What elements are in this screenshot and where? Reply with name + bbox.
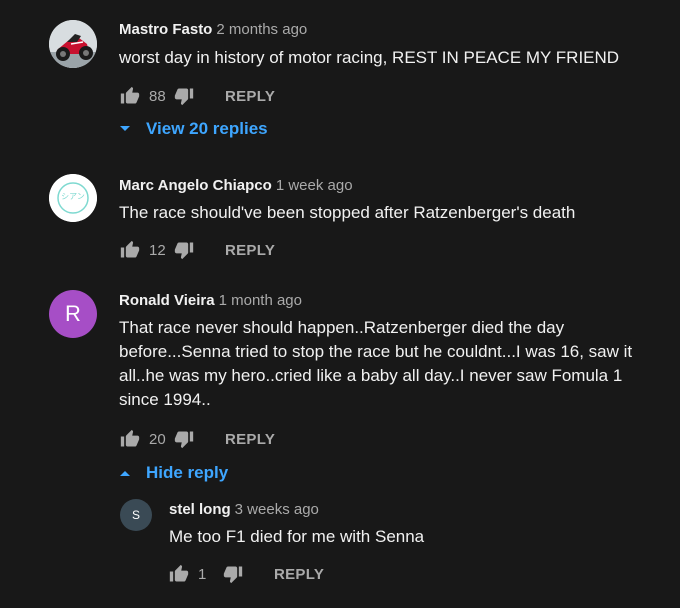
comments-section: Mastro Fasto 2 months ago worst day in hi… — [0, 0, 680, 608]
thumbs-down-icon[interactable] — [173, 85, 195, 107]
reply-header: stel long 3 weeks ago — [169, 501, 319, 519]
thumbs-down-icon[interactable] — [222, 563, 244, 585]
reply-button[interactable]: REPLY — [225, 88, 275, 105]
reply-actions: 1 REPLY — [168, 562, 324, 586]
comment-time[interactable]: 1 month ago — [219, 292, 302, 309]
hide-replies-button[interactable]: Hide reply — [118, 463, 228, 483]
caret-down-icon — [118, 122, 132, 136]
thumbs-up-icon[interactable] — [119, 239, 141, 261]
like-count: 12 — [149, 241, 166, 259]
like-count: 88 — [149, 87, 166, 105]
comment-text-line: before...Senna tried to stop the race bu… — [119, 342, 633, 361]
avatar[interactable]: シアン — [49, 174, 97, 222]
view-replies-button[interactable]: View 20 replies — [118, 119, 268, 139]
caret-up-icon — [118, 466, 132, 480]
thumbs-down-icon[interactable] — [173, 239, 195, 261]
reply-time[interactable]: 3 weeks ago — [235, 501, 319, 518]
comment-actions: 20 REPLY — [119, 427, 275, 451]
avatar-letter: S — [131, 508, 140, 522]
comment-time[interactable]: 2 months ago — [216, 21, 307, 38]
comment-author[interactable]: Mastro Fasto — [119, 21, 212, 38]
comment-author[interactable]: Ronald Vieira — [119, 292, 215, 309]
comment-author[interactable]: Marc Angelo Chiapco — [119, 177, 272, 194]
comment-header: Ronald Vieira 1 month ago — [119, 292, 302, 310]
thumbs-up-icon[interactable] — [119, 85, 141, 107]
thumbs-up-icon[interactable] — [168, 563, 190, 585]
reply-button[interactable]: REPLY — [225, 242, 275, 259]
comment-text-line: all..he was my hero..cried like a baby a… — [119, 366, 623, 385]
comment-text-line: since 1994.. — [119, 390, 211, 409]
comment-text: The race should've been stopped after Ra… — [119, 203, 576, 222]
comment-header: Mastro Fasto 2 months ago — [119, 21, 307, 39]
like-count: 20 — [149, 430, 166, 448]
avatar[interactable] — [49, 20, 97, 68]
avatar[interactable]: R — [49, 290, 97, 338]
thumbs-down-icon[interactable] — [173, 428, 195, 450]
motorcycle-photo-icon — [49, 20, 97, 68]
avatar-letter: R — [65, 301, 81, 326]
thumbs-up-icon[interactable] — [119, 428, 141, 450]
avatar[interactable]: S — [120, 499, 152, 531]
avatar-logo-text: シアン — [61, 192, 85, 201]
comment-actions: 12 REPLY — [119, 238, 275, 262]
hide-replies-label: Hide reply — [146, 463, 229, 482]
comment-text-line: That race never should happen..Ratzenber… — [119, 318, 565, 337]
reply-button[interactable]: REPLY — [225, 431, 275, 448]
comment-text: worst day in history of motor racing, RE… — [119, 48, 620, 67]
comment-text: That race never should happen..Ratzenber… — [119, 316, 659, 412]
comment-time[interactable]: 1 week ago — [276, 177, 353, 194]
comment-actions: 88 REPLY — [119, 84, 275, 108]
view-replies-label: View 20 replies — [146, 119, 268, 138]
comment-header: Marc Angelo Chiapco 1 week ago — [119, 177, 353, 195]
reply-author[interactable]: stel long — [169, 501, 231, 518]
like-count: 1 — [198, 565, 207, 583]
reply-text: Me too F1 died for me with Senna — [169, 527, 425, 546]
reply-button[interactable]: REPLY — [274, 566, 324, 583]
